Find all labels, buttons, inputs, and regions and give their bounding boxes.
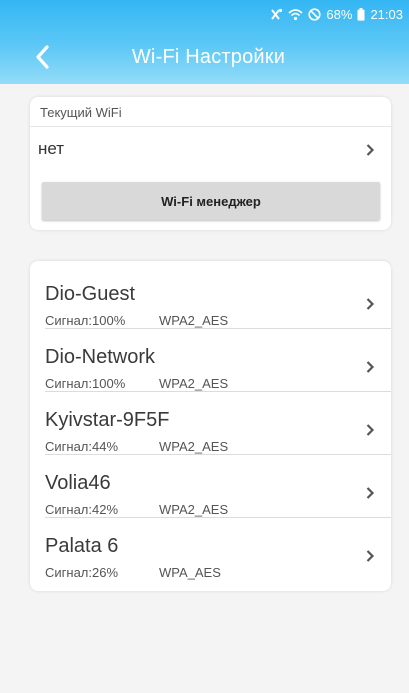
chevron-right-icon [366, 298, 375, 310]
chevron-right-icon [366, 424, 375, 436]
network-signal: Сигнал:26% [45, 565, 119, 580]
network-item[interactable]: Palata 6 Сигнал:26% WPA_AES [30, 518, 391, 581]
chevron-right-icon [366, 487, 375, 499]
network-name: Kyivstar-9F5F [45, 409, 170, 431]
network-name: Volia46 [45, 472, 111, 494]
network-signal: Сигнал:100% [45, 376, 126, 391]
chevron-right-icon [366, 361, 375, 373]
network-item[interactable]: Dio-Network Сигнал:100% WPA2_AES [30, 329, 391, 392]
network-name: Dio-Guest [45, 283, 136, 305]
network-list-card: Dio-Guest Сигнал:100% WPA2_AES Dio-Netwo… [30, 261, 391, 591]
current-wifi-value: нет [38, 139, 65, 158]
battery-icon [357, 8, 365, 21]
network-security: WPA2_AES [159, 313, 229, 328]
status-bar: 68% 21:03 [0, 0, 409, 28]
network-item[interactable]: Volia46 Сигнал:42% WPA2_AES [30, 455, 391, 518]
network-signal: Сигнал:42% [45, 502, 119, 517]
wifi-icon [288, 8, 303, 21]
title-bar: Wi-Fi Настройки [0, 38, 409, 80]
header: 68% 21:03 Wi-Fi Настройки [0, 0, 409, 84]
current-wifi-row[interactable]: нет [30, 127, 391, 171]
network-security: WPA_AES [159, 565, 221, 580]
battery-percent: 68% [326, 7, 353, 22]
network-security: WPA2_AES [159, 502, 229, 517]
chevron-right-icon [366, 550, 375, 562]
network-security: WPA2_AES [159, 376, 229, 391]
no-disturb-icon [308, 8, 322, 21]
current-wifi-card: Текущий WiFi нет Wi-Fi менеджер [30, 97, 391, 230]
wifi-manager-button[interactable]: Wi-Fi менеджер [42, 182, 380, 220]
network-security: WPA2_AES [159, 439, 229, 454]
network-item[interactable]: Kyivstar-9F5F Сигнал:44% WPA2_AES [30, 392, 391, 455]
network-name: Dio-Network [45, 346, 156, 368]
network-signal: Сигнал:100% [45, 313, 126, 328]
network-item[interactable]: Dio-Guest Сигнал:100% WPA2_AES [30, 266, 391, 329]
current-wifi-label: Текущий WiFi [40, 105, 122, 120]
status-icons: 68% 21:03 [268, 7, 403, 22]
network-signal: Сигнал:44% [45, 439, 119, 454]
network-name: Palata 6 [45, 535, 119, 557]
chevron-right-icon [366, 144, 375, 156]
page-title: Wi-Fi Настройки [131, 46, 286, 68]
vibrate-icon [268, 8, 283, 21]
clock: 21:03 [370, 7, 403, 22]
